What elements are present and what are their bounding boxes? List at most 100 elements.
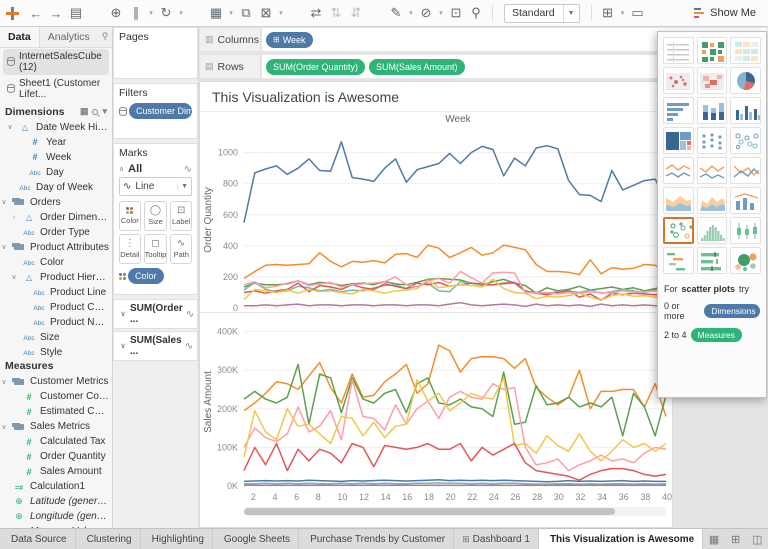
tree-caret-icon[interactable]: › <box>10 214 18 221</box>
show-me-button[interactable]: Show Me <box>688 3 762 24</box>
line-discrete[interactable] <box>697 157 728 184</box>
detail-button[interactable]: ⋮ Detail <box>119 234 141 264</box>
dual-line[interactable] <box>730 157 761 184</box>
fit-dropdown[interactable]: Standard ▼ <box>504 4 580 23</box>
fix-axes-button[interactable]: ⚲ <box>467 3 485 23</box>
rows-pill[interactable]: SUM(Sales Amount) <box>369 59 465 75</box>
divider[interactable] <box>367 3 385 23</box>
dimension-field-row[interactable]: Order Type <box>0 225 112 240</box>
measure-field-row[interactable]: Calculated Tax <box>0 434 112 449</box>
filled-map[interactable] <box>697 67 728 94</box>
dimension-field-row[interactable]: › Order Dimension <box>0 210 112 225</box>
highlight-button[interactable]: ✎ <box>387 3 405 23</box>
box-whisker[interactable] <box>730 217 761 244</box>
line-continuous[interactable] <box>663 157 694 184</box>
size-button[interactable]: ◯ Size <box>144 201 168 231</box>
measure-field-row[interactable]: Estimated Customer ... <box>0 404 112 419</box>
pie[interactable] <box>730 67 761 94</box>
columns-pill[interactable]: ⊞ Week <box>266 32 313 48</box>
treemap[interactable] <box>663 127 694 154</box>
tree-caret-icon[interactable]: ∨ <box>0 198 8 206</box>
sheet-title[interactable]: This Visualization is Awesome <box>200 82 672 112</box>
caret[interactable]: ▾ <box>619 3 627 23</box>
add-data-source-button[interactable]: ⊕ <box>107 3 125 23</box>
presentation-mode-button[interactable]: ▭ <box>629 3 647 23</box>
new-worksheet-tab-button[interactable]: ▦ <box>703 529 725 549</box>
measure-field-row[interactable]: Latitude (generated) <box>0 494 112 509</box>
measure-field-row[interactable]: Calculation1 <box>0 479 112 494</box>
caret[interactable]: ▾ <box>407 3 415 23</box>
data-source-item[interactable]: Sheet1 (Customer Lifet... <box>3 76 109 102</box>
pin-icon[interactable]: ⚲ <box>98 31 113 42</box>
dual-combination[interactable] <box>730 187 761 214</box>
dimension-field-row[interactable]: Size <box>0 330 112 345</box>
divider[interactable] <box>87 3 105 23</box>
color-legend-pill[interactable]: Color <box>128 268 164 284</box>
dimension-field-row[interactable]: Product Line <box>0 285 112 300</box>
order-quantity-chart[interactable]: 02004006008001000Order Quantity <box>200 127 672 313</box>
dimension-field-row[interactable]: ∨ Product Hierarchy <box>0 270 112 285</box>
dimension-field-row[interactable]: ∨ Product Attributes <box>0 240 112 255</box>
color-button[interactable]: Color <box>119 201 141 231</box>
tooltip-button[interactable]: ◻ Tooltip <box>144 234 168 264</box>
pages-shelf[interactable]: Pages <box>113 27 198 79</box>
scatter[interactable] <box>663 217 694 244</box>
sheet-tab[interactable]: Purchase Trends by Customer <box>299 529 454 549</box>
collapse-icon[interactable]: ∧ <box>119 165 124 173</box>
search-icon[interactable] <box>92 109 98 115</box>
sort-ascending-button[interactable]: ⇅ <box>327 3 345 23</box>
new-worksheet-button[interactable]: ▦ <box>207 3 225 23</box>
text-table[interactable] <box>663 37 694 64</box>
filters-shelf[interactable]: Filters Customer Dimen.. <box>113 83 198 139</box>
area-continuous[interactable] <box>663 187 694 214</box>
tab-analytics[interactable]: Analytics <box>40 27 98 47</box>
horizontal-bar[interactable] <box>663 97 694 124</box>
dimension-field-row[interactable]: Style <box>0 345 112 358</box>
tableau-logo-icon[interactable] <box>6 7 19 20</box>
sort-descending-button[interactable]: ⇵ <box>347 3 365 23</box>
sheet-tab[interactable]: This Visualization is Awesome <box>539 529 703 549</box>
gantt[interactable] <box>663 247 694 274</box>
dimension-field-row[interactable]: Week <box>0 150 112 165</box>
dimension-field-row[interactable]: Year <box>0 135 112 150</box>
tab-data[interactable]: Data <box>0 27 40 47</box>
view-grid-icon[interactable]: ▦ <box>80 106 89 117</box>
dimension-field-row[interactable]: Day <box>0 165 112 180</box>
mark-section-row[interactable]: ∨ SUM(Order ... ∿ <box>113 299 198 329</box>
area-discrete[interactable] <box>697 187 728 214</box>
mark-type-dropdown[interactable]: ∿ Line ▼ <box>119 177 192 196</box>
packed-bubbles[interactable] <box>730 247 761 274</box>
tree-caret-icon[interactable]: ∨ <box>0 378 8 386</box>
dimension-field-row[interactable]: Day of Week <box>0 180 112 195</box>
tree-caret-icon[interactable]: ∨ <box>6 123 14 131</box>
pause-updates-button[interactable]: ∥ <box>127 3 145 23</box>
heatmap[interactable] <box>697 37 728 64</box>
caret[interactable]: ▾ <box>227 3 235 23</box>
rows-pill[interactable]: SUM(Order Quantity) <box>266 59 365 75</box>
dimension-field-row[interactable]: ∨ Orders <box>0 195 112 210</box>
histogram[interactable] <box>697 217 728 244</box>
sheet-tab[interactable]: Data Source <box>0 529 76 549</box>
swap-rows-columns-button[interactable]: ⇄ <box>307 3 325 23</box>
redo-button[interactable]: → <box>47 3 65 23</box>
caret[interactable]: ▾ <box>147 3 155 23</box>
horizontal-scrollbar[interactable] <box>244 507 666 516</box>
caret[interactable]: ▾ <box>277 3 285 23</box>
measure-field-row[interactable]: ∨ Customer Metrics <box>0 374 112 389</box>
tree-caret-icon[interactable]: ∨ <box>0 243 8 251</box>
chevron-down-icon[interactable]: ∨ <box>119 342 127 350</box>
measure-field-row[interactable]: Customer Count <box>0 389 112 404</box>
divider[interactable] <box>287 3 305 23</box>
show-mark-labels-button[interactable]: ⊡ <box>447 3 465 23</box>
divider[interactable] <box>187 3 205 23</box>
data-source-item[interactable]: InternetSalesCube (12) <box>3 49 109 75</box>
format-button[interactable]: ⊘ <box>417 3 435 23</box>
filter-pill[interactable]: Customer Dimen.. <box>129 103 192 119</box>
mark-section-row[interactable]: ∨ SUM(Sales ... ∿ <box>113 331 198 361</box>
measure-field-row[interactable]: Order Quantity <box>0 449 112 464</box>
marks-all-row[interactable]: ∧ All ∿ <box>119 163 192 175</box>
side-by-side-bar[interactable] <box>730 97 761 124</box>
measure-field-row[interactable]: Sales Amount <box>0 464 112 479</box>
chevron-down-icon[interactable]: ∨ <box>119 310 127 318</box>
side-by-side-circles[interactable] <box>730 127 761 154</box>
